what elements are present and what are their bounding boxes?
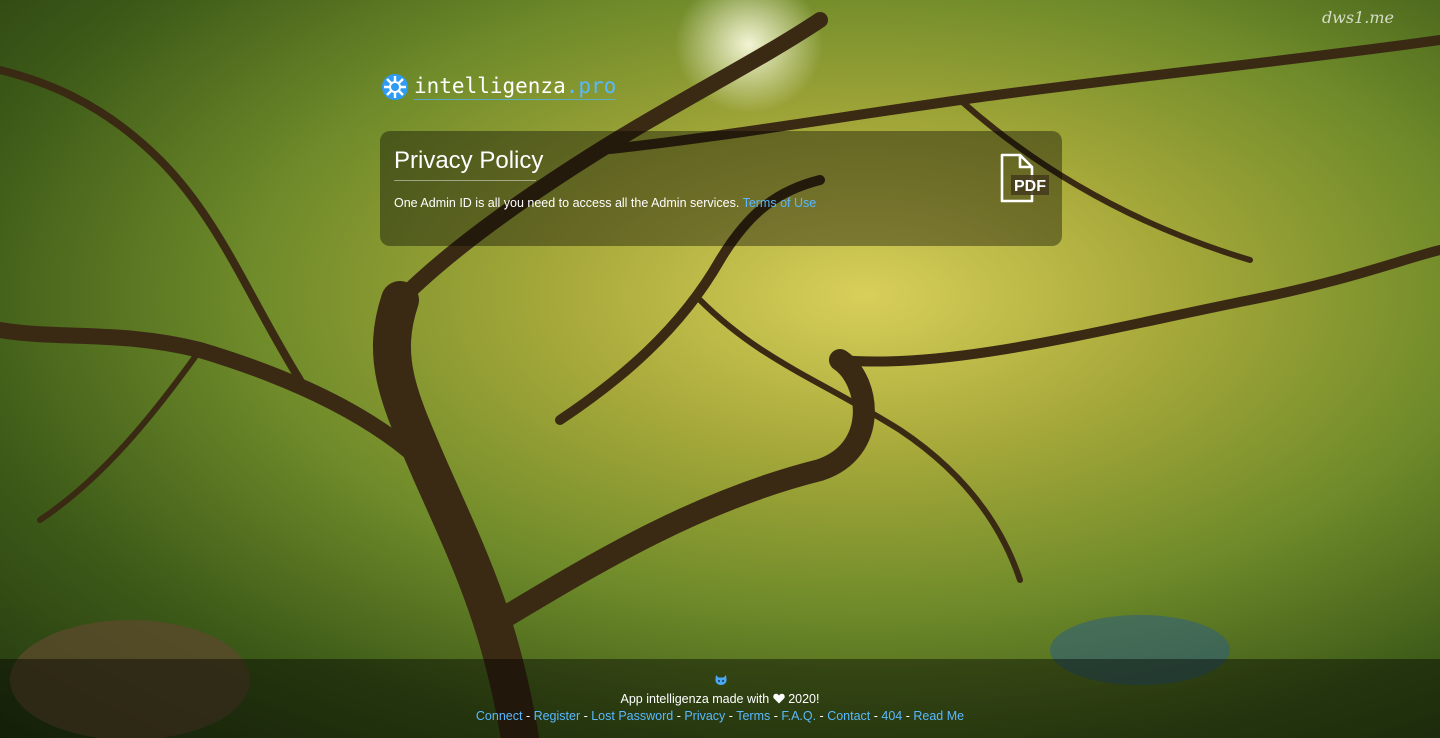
heart-icon (772, 693, 785, 704)
separator: - (870, 709, 882, 723)
footer-link-read-me[interactable]: Read Me (913, 709, 964, 723)
made-with-text: App intelligenza made with (620, 692, 770, 706)
separator: - (580, 709, 592, 723)
footer-link-lost-password[interactable]: Lost Password (591, 709, 673, 723)
footer-link-contact[interactable]: Contact (827, 709, 870, 723)
logo-text: intelligenza.pro (414, 74, 617, 100)
tree-background-image (0, 12, 1440, 738)
footer-links: Connect - Register - Lost Password - Pri… (0, 709, 1440, 723)
logo-name: intelligenza (414, 74, 566, 98)
separator: - (816, 709, 828, 723)
footer-link-register[interactable]: Register (534, 709, 581, 723)
pdf-icon-label: PDF (1014, 178, 1046, 195)
logo-icon (382, 74, 408, 100)
footer: App intelligenza made with 2020! Connect… (0, 659, 1440, 738)
github-octocat-icon[interactable] (714, 674, 728, 689)
pdf-download-button[interactable]: PDF (998, 153, 1050, 205)
privacy-policy-card: Privacy Policy One Admin ID is all you n… (380, 131, 1062, 246)
footer-link-404[interactable]: 404 (881, 709, 902, 723)
site-logo[interactable]: intelligenza.pro (380, 72, 617, 102)
terms-of-use-link[interactable]: Terms of Use (743, 196, 817, 210)
separator: - (673, 709, 685, 723)
watermark: dws1.me (1321, 8, 1394, 27)
logo-tld: .pro (565, 74, 617, 98)
card-description: One Admin ID is all you need to access a… (394, 196, 816, 210)
footer-link-terms[interactable]: Terms (736, 709, 770, 723)
footer-link-privacy[interactable]: Privacy (684, 709, 725, 723)
footer-year: 2020! (788, 692, 820, 706)
separator: - (522, 709, 534, 723)
description-text: One Admin ID is all you need to access a… (394, 196, 740, 210)
page-title: Privacy Policy (394, 147, 543, 181)
separator: - (770, 709, 782, 723)
footer-link-faq[interactable]: F.A.Q. (781, 709, 816, 723)
pdf-file-icon: PDF (1000, 153, 1049, 203)
made-with-line: App intelligenza made with 2020! (0, 692, 1440, 706)
footer-link-connect[interactable]: Connect (476, 709, 523, 723)
separator: - (725, 709, 737, 723)
separator: - (902, 709, 914, 723)
